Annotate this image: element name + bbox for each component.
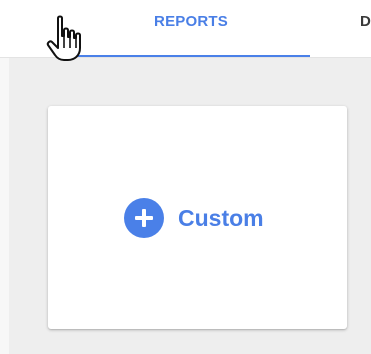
- app-root: REPORTS D Custom: [0, 0, 371, 354]
- hand-pointer-icon: [46, 15, 81, 61]
- tab-next-label: D: [360, 13, 371, 30]
- custom-report-button[interactable]: Custom: [124, 198, 264, 238]
- tab-reports-label: REPORTS: [154, 13, 228, 30]
- content-left-edge: [0, 58, 9, 354]
- tab-reports[interactable]: REPORTS: [72, 0, 310, 57]
- custom-report-label: Custom: [178, 204, 264, 231]
- plus-icon: [124, 198, 164, 238]
- tab-next[interactable]: D: [360, 0, 371, 57]
- active-tab-indicator: [72, 55, 310, 57]
